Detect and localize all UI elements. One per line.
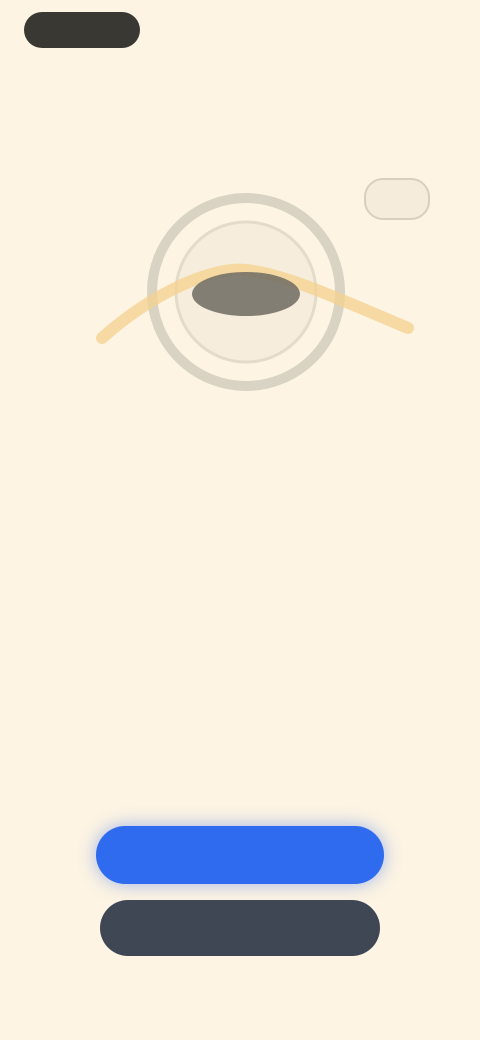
illustration-center-label [192, 274, 302, 314]
status-pill [24, 12, 140, 48]
illustration-badge [364, 178, 430, 220]
secondary-action-button[interactable] [100, 900, 380, 956]
status-indicators [350, 18, 446, 42]
primary-action-button[interactable] [96, 826, 384, 884]
hero-illustration [96, 170, 430, 410]
